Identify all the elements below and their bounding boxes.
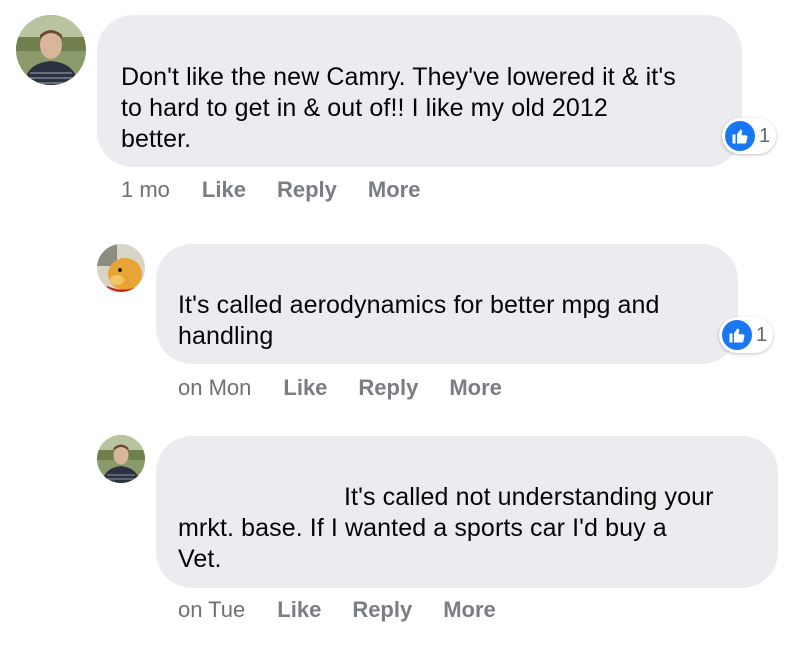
comment-line: It's called aerodynamics for better mpg …	[178, 291, 660, 319]
commenter-avatar[interactable]	[97, 435, 145, 483]
thumbs-up-icon	[725, 121, 755, 151]
comment-actions: on Mon Like Reply More	[178, 375, 502, 401]
comment-line: handling	[178, 322, 274, 350]
reaction-badge[interactable]: 1	[722, 118, 777, 154]
more-button[interactable]: More	[449, 375, 502, 401]
reply-button[interactable]: Reply	[358, 375, 418, 401]
reply-button[interactable]: Reply	[277, 177, 337, 203]
comment-bubble: Don't like the new Camry. They've lowere…	[97, 15, 742, 167]
comment-text: It's called not understanding your mrkt.…	[178, 482, 714, 575]
commenter-avatar[interactable]	[16, 15, 86, 85]
commenter-avatar[interactable]	[97, 244, 145, 292]
cartoon-bear-icon	[97, 244, 145, 292]
comment-line: mrkt. base. If I wanted a sports car I'd…	[178, 514, 667, 542]
comment-text: Don't like the new Camry. They've lowere…	[121, 62, 676, 155]
comment-timestamp: on Mon	[178, 375, 252, 400]
more-button[interactable]: More	[443, 597, 496, 623]
like-button[interactable]: Like	[277, 597, 321, 623]
comment-actions: 1 mo Like Reply More	[121, 177, 420, 203]
reaction-count: 1	[756, 323, 768, 346]
reaction-badge[interactable]: 1	[719, 317, 774, 353]
reply-bubble: It's called not understanding your mrkt.…	[156, 436, 778, 588]
reply-bubble: It's called aerodynamics for better mpg …	[156, 244, 738, 364]
comment-timestamp: 1 mo	[121, 177, 170, 202]
reply-button[interactable]: Reply	[352, 597, 412, 623]
comment-line: It's called not understanding your	[344, 483, 714, 511]
comment-line: to hard to get in & out of!! I like my o…	[121, 94, 608, 122]
comment-line: better.	[121, 125, 192, 153]
thumbs-up-icon	[722, 320, 752, 350]
comment-text: It's called aerodynamics for better mpg …	[178, 290, 660, 352]
person-photo-icon	[16, 15, 86, 85]
comment-line: Vet.	[178, 545, 222, 573]
comment-timestamp: on Tue	[178, 597, 246, 622]
like-button[interactable]: Like	[283, 375, 327, 401]
comment-line: Don't like the new Camry. They've lowere…	[121, 63, 676, 91]
reaction-count: 1	[759, 124, 771, 147]
person-photo-icon	[97, 435, 145, 483]
more-button[interactable]: More	[368, 177, 421, 203]
comment-actions: on Tue Like Reply More	[178, 597, 496, 623]
like-button[interactable]: Like	[202, 177, 246, 203]
